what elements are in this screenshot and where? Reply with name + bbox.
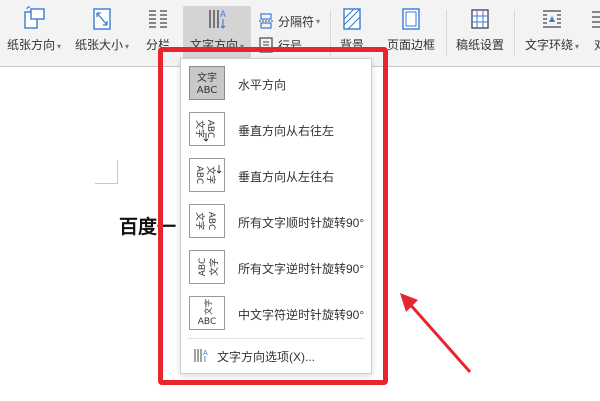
- annotation-arrow-icon: [400, 293, 472, 373]
